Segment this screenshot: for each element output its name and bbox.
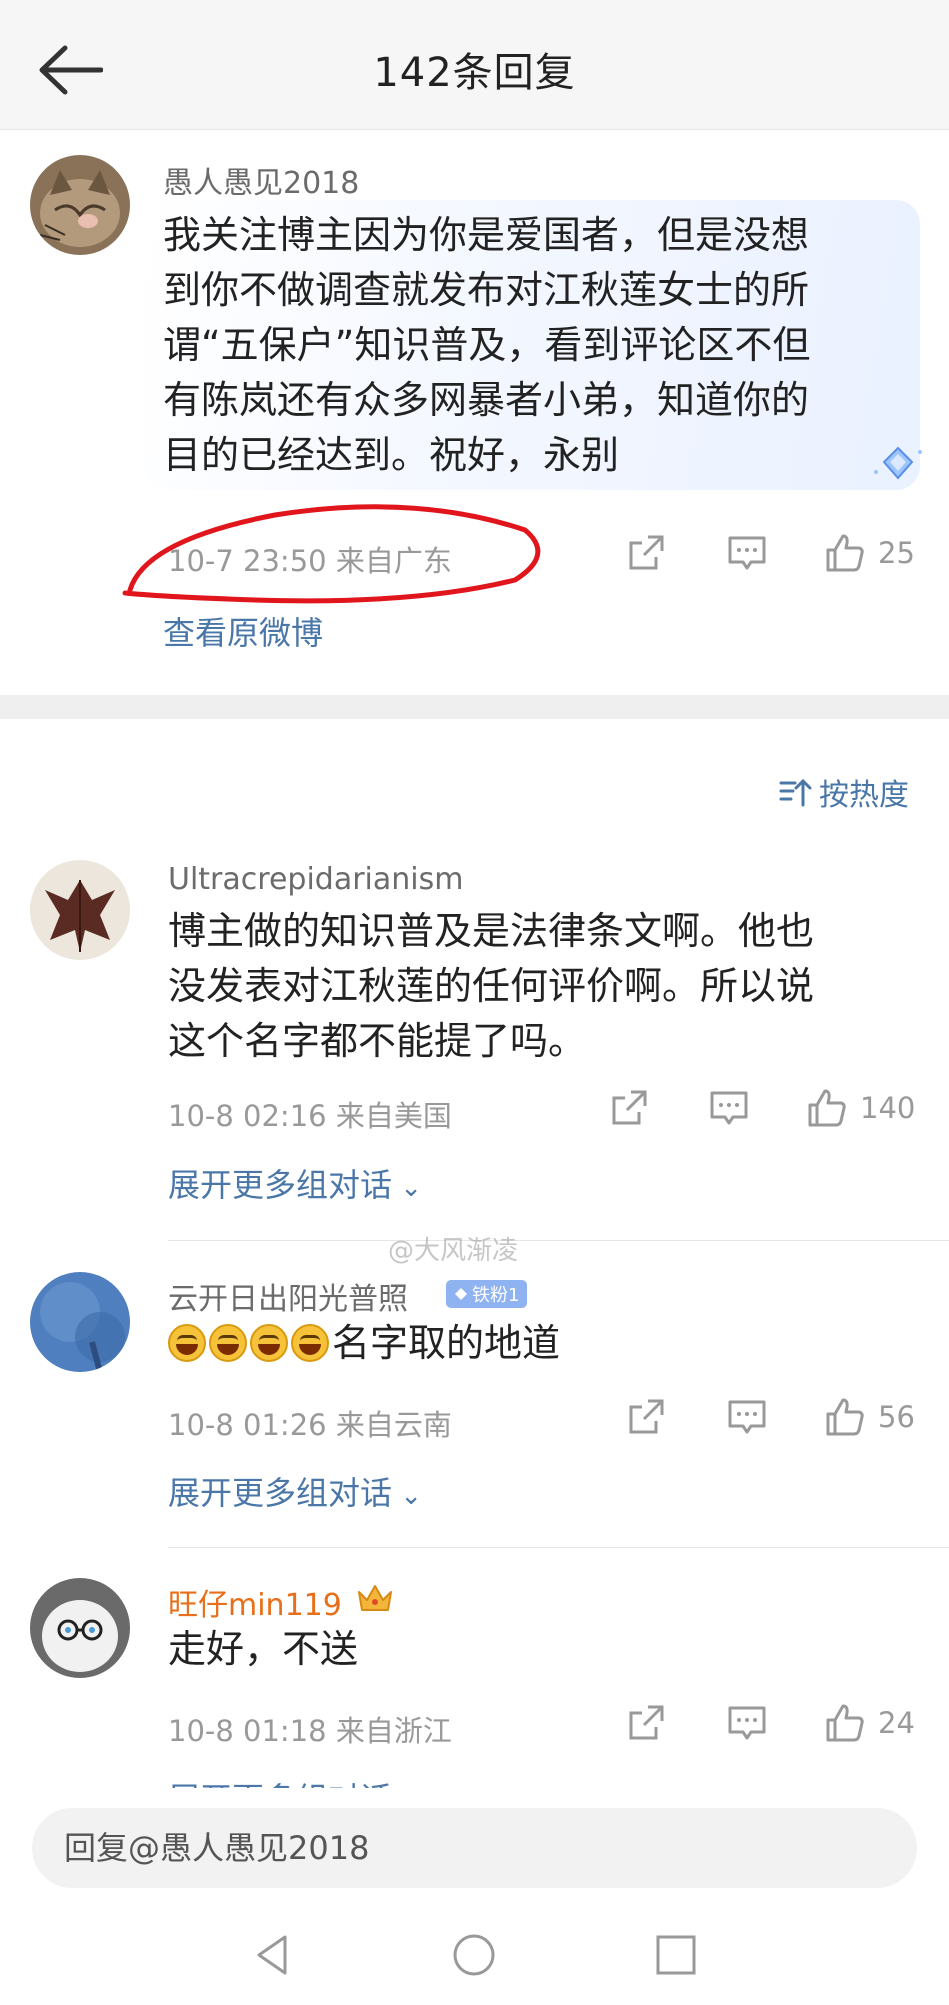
reply-input[interactable]: 回复@愚人愚见2018 [32, 1808, 917, 1888]
chevron-down-icon: ⌄ [392, 1173, 423, 1203]
comment-line: 名字取的地道 [332, 1321, 561, 1365]
diamond-decoration-icon [874, 446, 922, 480]
row-divider [168, 1240, 949, 1241]
view-original-link[interactable]: 查看原微博 [163, 608, 323, 654]
avatar[interactable] [30, 155, 130, 255]
reply-item: 云开日出阳光普照 铁粉1 名字取的地道 10-8 01:26 来自云南 56 展… [0, 1272, 949, 1548]
comment-line: 博主做的知识普及是法律条文啊。他也 [168, 909, 815, 953]
badge-label: 铁粉1 [472, 1285, 520, 1306]
comment-icon [710, 1091, 748, 1125]
expand-label: 展开更多组对话 [168, 1780, 392, 1788]
username[interactable]: 云开日出阳光普照 [168, 1274, 408, 1318]
thumbs-up-icon [826, 1398, 864, 1436]
nav-home-icon[interactable] [446, 1927, 502, 1983]
comment-button[interactable] [727, 1397, 767, 1437]
sort-label: 按热度 [819, 778, 909, 813]
comment-icon [728, 1706, 766, 1740]
sort-toggle[interactable]: 按热度 [779, 770, 909, 814]
thumbs-up-icon [826, 534, 864, 572]
username[interactable]: 旺仔min119 [168, 1580, 342, 1624]
comment-button[interactable] [727, 533, 767, 573]
like-count: 25 [878, 536, 915, 570]
chevron-down-icon: ⌄ [392, 1481, 423, 1511]
avatar[interactable] [30, 1272, 130, 1372]
section-divider [0, 695, 949, 719]
white-cat-avatar-icon [30, 1578, 130, 1678]
comment-icon [728, 1400, 766, 1434]
share-icon [612, 1090, 647, 1125]
share-button[interactable] [626, 1397, 666, 1437]
page-title: 142条回复 [373, 50, 576, 96]
comment-line: 到你不做调查就发布对江秋莲女士的所 [163, 268, 810, 312]
comment-line: 有陈岚还有众多网暴者小弟，知道你的 [163, 378, 810, 422]
share-icon [629, 1705, 664, 1740]
blue-texture-avatar-icon [30, 1272, 130, 1372]
expand-label: 展开更多组对话 [168, 1166, 393, 1204]
thumbs-up-icon [826, 1704, 864, 1742]
system-nav-bar [0, 1905, 949, 2005]
top-bar: 142条回复 [0, 0, 949, 130]
comment-line: 这个名字都不能提了吗。 [168, 1019, 587, 1063]
main-comment: 愚人愚见2018 我关注博主因为你是爱国者，但是没想 到你不做调查就发布对江秋莲… [0, 130, 949, 695]
watermark: @大风渐凌 [388, 1236, 519, 1266]
nav-recents-icon[interactable] [648, 1927, 704, 1983]
expand-conversation-link[interactable]: 展开更多组对话 ⌄ [168, 1468, 422, 1514]
like-count: 56 [878, 1400, 915, 1434]
laughing-emoji-icon [250, 1324, 288, 1362]
like-button[interactable]: 25 [824, 532, 915, 574]
share-icon [629, 1399, 664, 1434]
chevron-down-icon: ⌄ [392, 1787, 422, 1788]
comment-button[interactable] [727, 1703, 767, 1743]
share-icon [629, 535, 664, 570]
like-button[interactable]: 140 [806, 1087, 915, 1129]
expand-conversation-link[interactable]: 展开更多组对话 ⌄ [168, 1160, 422, 1206]
crown-icon [358, 1585, 392, 1611]
timestamp-location: 10-8 02:16 来自美国 [168, 1099, 452, 1133]
nav-back-icon[interactable] [245, 1927, 301, 1983]
avatar[interactable] [30, 860, 130, 960]
laughing-emoji-icon [168, 1324, 206, 1362]
like-button[interactable]: 56 [824, 1396, 915, 1438]
comment-line: 谓“五保户”知识普及，看到评论区不但 [163, 323, 811, 367]
like-button[interactable]: 24 [824, 1702, 915, 1744]
comment-icon [728, 536, 766, 570]
comment-button[interactable] [709, 1088, 749, 1128]
thumbs-up-icon [808, 1089, 846, 1127]
comment-text: 名字取的地道 [168, 1316, 560, 1371]
timestamp-location: 10-7 23:50 来自广东 [168, 544, 452, 578]
timestamp-location: 10-8 01:18 来自浙江 [168, 1714, 452, 1748]
diamond-icon [455, 1288, 467, 1300]
username[interactable]: 愚人愚见2018 [163, 158, 359, 202]
sort-icon [779, 778, 812, 807]
laughing-emoji-icon [209, 1324, 247, 1362]
avatar[interactable] [30, 1578, 130, 1678]
comment-text: 博主做的知识普及是法律条文啊。他也 没发表对江秋莲的任何评价啊。所以说 这个名字… [168, 904, 814, 1069]
comment-line: 没发表对江秋莲的任何评价啊。所以说 [168, 964, 815, 1008]
username[interactable]: Ultracrepidarianism [168, 862, 463, 897]
laughing-emoji-icon [291, 1324, 329, 1362]
like-count: 24 [878, 1706, 915, 1740]
timestamp-location: 10-8 01:26 来自云南 [168, 1408, 452, 1442]
row-divider [168, 1547, 949, 1548]
comment-text: 我关注博主因为你是爱国者，但是没想 到你不做调查就发布对江秋莲女士的所 谓“五保… [163, 208, 810, 483]
reply-item: Ultracrepidarianism 博主做的知识普及是法律条文啊。他也 没发… [0, 860, 949, 1240]
share-button[interactable] [626, 1703, 666, 1743]
origami-avatar-icon [30, 860, 130, 960]
share-button[interactable] [626, 533, 666, 573]
comment-text: 走好，不送 [168, 1627, 359, 1671]
fan-badge: 铁粉1 [446, 1280, 528, 1308]
expand-label: 展开更多组对话 [168, 1474, 393, 1512]
expand-conversation-link[interactable]: 展开更多组对话 ⌄ [168, 1774, 422, 1788]
share-button[interactable] [609, 1088, 649, 1128]
comment-line: 我关注博主因为你是爱国者，但是没想 [163, 213, 810, 257]
like-count: 140 [860, 1091, 916, 1125]
comment-line: 目的已经达到。祝好，永别 [163, 433, 620, 477]
reply-item: 旺仔min119 走好，不送 10-8 01:18 来自浙江 24 展开更多组对… [0, 1578, 949, 1788]
cat-avatar-icon [30, 155, 130, 255]
